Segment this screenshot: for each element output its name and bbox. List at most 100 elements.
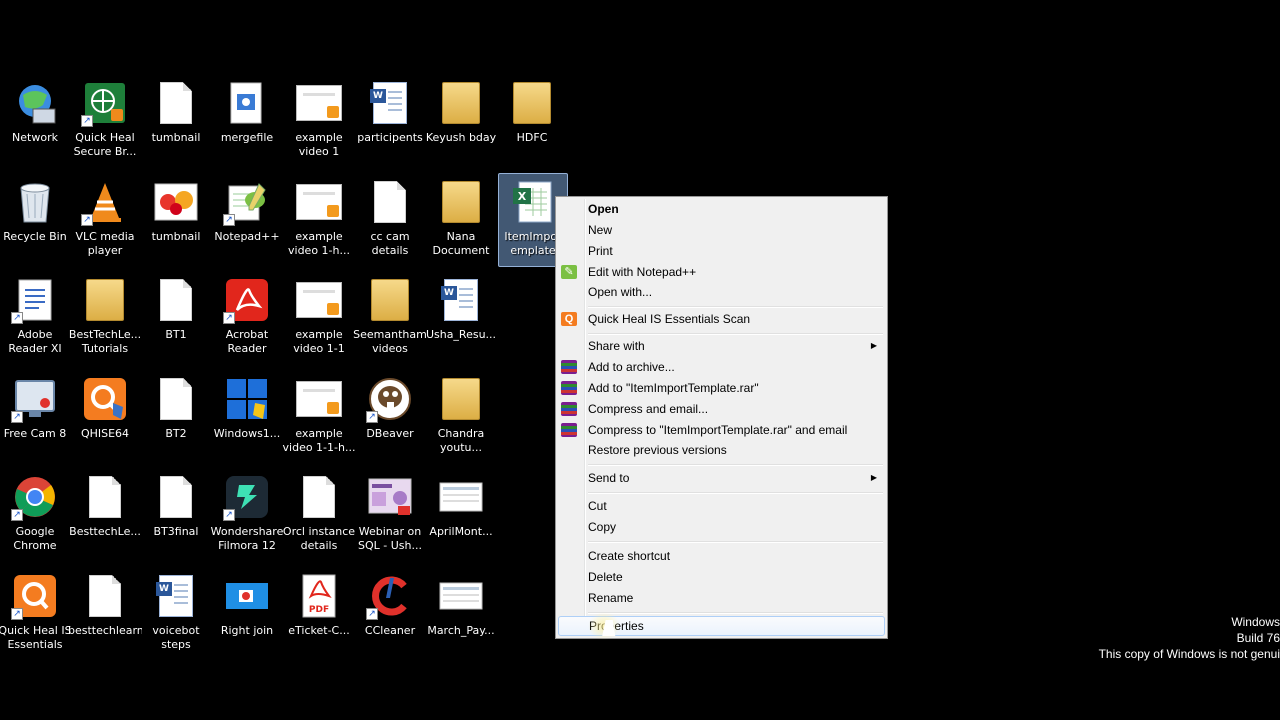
shortcut-arrow-icon: ↗ [81,214,93,226]
desktop-icon-hdfc[interactable]: HDFC [497,74,567,168]
menu-item-compress-and-email[interactable]: Compress and email... [558,399,885,419]
desktop-icon-example-video-1-1-h[interactable]: example video 1-1-h... [283,370,355,464]
desktop-icon-label: eTicket-C... [288,624,350,637]
desktop-icon-label: Right join [220,624,274,637]
menu-separator [588,333,883,335]
menu-item-cut[interactable]: Cut [558,496,885,516]
desktop-icon-label: BT3final [153,525,199,538]
desktop-icon-google-chrome[interactable]: ↗ Google Chrome [0,468,70,562]
desktop-icon-recycle-bin[interactable]: Recycle Bin [0,173,70,267]
desktop-icon-label: Seemantham videos [353,328,427,355]
desktop-icon-chandra-youtube[interactable]: Chandra youtu... [426,370,496,464]
desktop-icon-quick-heal-is-essentials[interactable]: ↗ Quick Heal IS Essentials [0,567,72,661]
desktop-icon-example-video-1[interactable]: example video 1 [284,74,354,168]
excel-file-icon: X [509,178,557,226]
desktop-icon-qhise64[interactable]: QHISE64 [70,370,140,464]
winrar-icon [561,360,577,374]
desktop-icon-tumbnail-image[interactable]: tumbnail [141,173,211,267]
menu-item-label: Compress to "ItemImportTemplate.rar" and… [588,423,848,437]
menu-separator [588,306,883,308]
image-icon [152,178,200,226]
desktop-icon-label: BesttechLe... [69,525,141,538]
desktop-icon-tumbnail[interactable]: tumbnail [141,74,211,168]
video-file-icon [295,276,343,324]
menu-separator [588,541,883,543]
desktop-icon-nana-document[interactable]: Nana Document [426,173,496,267]
menu-item-add-to-rar[interactable]: Add to "ItemImportTemplate.rar" [558,378,885,398]
desktop-icon-right-join[interactable]: Right join [212,567,282,661]
menu-item-print[interactable]: Print [558,241,885,261]
desktop-icon-march-pay[interactable]: March_Pay... [426,567,496,661]
menu-item-rename[interactable]: Rename [558,588,885,608]
desktop-icon-usha-resume[interactable]: W Usha_Resu... [426,271,496,365]
menu-item-new[interactable]: New [558,220,885,240]
document-icon [81,473,129,521]
menu-item-create-shortcut[interactable]: Create shortcut [558,546,885,566]
desktop-icon-notepad-plus-plus[interactable]: ↗ Notepad++ [212,173,282,267]
desktop-icon-label: Webinar on SQL - Ush... [358,525,422,552]
menu-item-label: Rename [588,591,634,605]
desktop-icon-bt2[interactable]: BT2 [141,370,211,464]
document-icon [81,572,129,620]
desktop-icon-label: BestTechLe... Tutorials [68,328,142,355]
desktop-icon-vlc[interactable]: ↗ VLC media player [70,173,140,267]
desktop-icon-ccleaner[interactable]: ↗ CCleaner [355,567,425,661]
desktop-icon-adobe-reader-xi[interactable]: ↗ Adobe Reader XI [0,271,70,365]
menu-item-copy[interactable]: Copy [558,517,885,537]
desktop-icon-orcl-instance-details[interactable]: Orcl instance details [283,468,355,562]
watermark-line: Build 76 [1236,631,1280,645]
desktop-icon-quick-heal-browser[interactable]: ↗ Quick Heal Secure Br... [70,74,140,168]
desktop-icon-dbeaver[interactable]: ↗ DBeaver [355,370,425,464]
menu-item-add-to-archive[interactable]: Add to archive... [558,357,885,377]
menu-item-edit-with-notepad[interactable]: ✎ Edit with Notepad++ [558,262,885,282]
desktop-icon-bt3final[interactable]: BT3final [141,468,211,562]
desktop-icon-example-video-1-h[interactable]: example video 1-h... [284,173,354,267]
desktop-icon-participents[interactable]: W participents [355,74,425,168]
desktop-icon-webinar-sql[interactable]: Webinar on SQL - Ush... [355,468,425,562]
desktop-icon-besttechle-tutorials[interactable]: BestTechLe... Tutorials [68,271,142,365]
desktop-icon-acrobat-reader[interactable]: ↗ Acrobat Reader [212,271,282,365]
folder-icon [437,178,485,226]
menu-item-quick-heal-scan[interactable]: Q Quick Heal IS Essentials Scan [558,309,885,329]
desktop-icon-aprilmont[interactable]: AprilMont... [426,468,496,562]
shortcut-arrow-icon: ↗ [11,411,23,423]
desktop-icon-eticket[interactable]: PDF eTicket-C... [284,567,354,661]
ccleaner-icon: ↗ [366,572,414,620]
desktop-icon-bt1[interactable]: BT1 [141,271,211,365]
desktop-icon-wondershare-filmora[interactable]: ↗ Wondershare Filmora 12 [210,468,284,562]
menu-item-open[interactable]: Open [558,199,885,219]
desktop-icon-voicebot-steps[interactable]: W voicebot steps [141,567,211,661]
menu-item-label: Send to [588,471,630,485]
desktop-icon-label: Recycle Bin [3,230,67,243]
desktop-icon-windows10[interactable]: Windows1... [212,370,282,464]
desktop-icon-label: Wondershare Filmora 12 [210,525,284,552]
desktop-icon-cc-cam-details[interactable]: cc cam details [355,173,425,267]
desktop-icon-besttechlearn[interactable]: besttechlearn [68,567,142,661]
document-icon [295,473,343,521]
desktop-icon-network[interactable]: Network [0,74,70,168]
desktop-icon-label: cc cam details [370,230,410,257]
menu-separator [588,612,883,614]
desktop-icon-mergefile[interactable]: mergefile [212,74,282,168]
desktop-icon-label: AprilMont... [429,525,493,538]
menu-item-share-with[interactable]: Share with ▶ [558,336,885,356]
desktop-icon-label: BT1 [165,328,187,341]
desktop-icon-seemantham-videos[interactable]: Seemantham videos [353,271,427,365]
menu-item-compress-to-rar-and-email[interactable]: Compress to "ItemImportTemplate.rar" and… [558,420,885,440]
menu-item-send-to[interactable]: Send to ▶ [558,468,885,488]
desktop-icon-label: voicebot steps [152,624,200,651]
desktop-icon-label: Keyush bday [425,131,497,144]
desktop-icon-free-cam-8[interactable]: ↗ Free Cam 8 [0,370,70,464]
menu-item-delete[interactable]: Delete [558,567,885,587]
menu-item-restore-previous-versions[interactable]: Restore previous versions [558,440,885,460]
image-icon [223,572,271,620]
menu-item-open-with[interactable]: Open with... [558,282,885,302]
desktop-icon-keyush-bday[interactable]: Keyush bday [426,74,496,168]
menu-item-label: Open with... [588,285,653,299]
desktop-icon-besttechle[interactable]: BesttechLe... [69,468,141,562]
menu-item-label: Quick Heal IS Essentials Scan [588,312,751,326]
desktop-icon-example-video-1-1[interactable]: example video 1-1 [284,271,354,365]
menu-item-label: Add to "ItemImportTemplate.rar" [588,381,759,395]
desktop-icon-label: QHISE64 [80,427,130,440]
desktop-icon-label: Google Chrome [13,525,57,552]
